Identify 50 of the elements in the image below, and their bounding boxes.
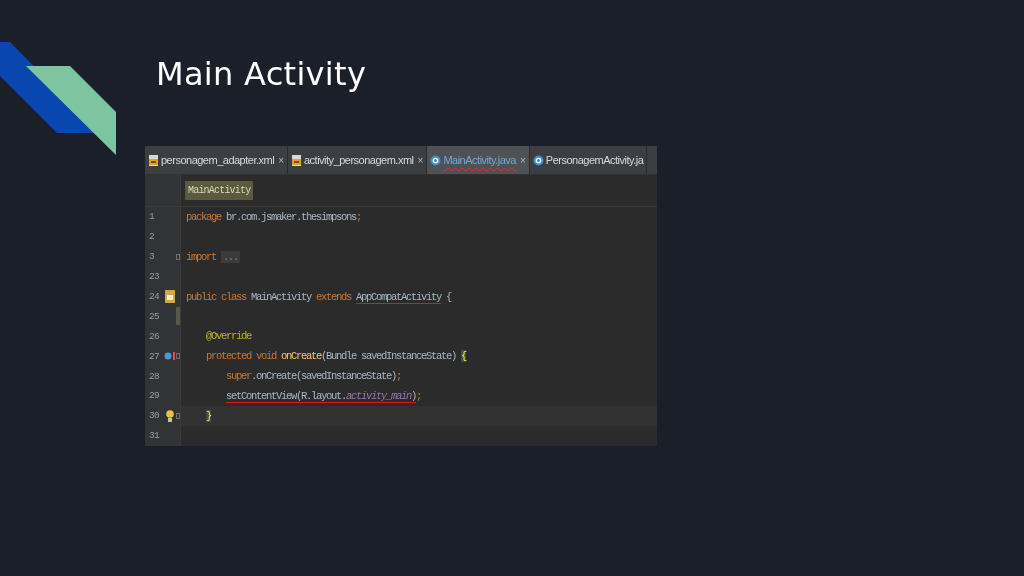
code-token: super [226,370,251,383]
code-token: package [186,210,221,223]
line-number: 29 [148,390,160,402]
code-token: @Override [206,330,251,343]
line-number: 25 [148,310,160,322]
code-token: ; [416,389,422,402]
code-token: extends [316,290,353,303]
code-token: MainActivity [250,290,313,303]
line-number: 2 [148,231,155,243]
code-token: ; [396,370,402,383]
code-token: onCreate [281,350,322,363]
file-tab[interactable]: PersonagemActivity.ja [529,146,648,174]
xml-file-icon [291,154,302,166]
close-icon[interactable]: × [520,154,526,166]
code-token: (Bundle savedInstanceState) [321,350,458,363]
close-icon[interactable]: × [278,154,284,166]
line-number: 1 [148,211,156,223]
code-token: ) [411,389,417,402]
code-token: { [445,290,452,303]
file-tab[interactable]: MainActivity.java × [427,146,530,174]
line-number: 28 [148,370,160,382]
class-circle-icon [532,154,544,166]
file-tab[interactable]: personagem_adapter.xml × [145,146,288,174]
line-number: 3 [148,251,155,263]
line-number: 26 [148,330,160,342]
code-token: } [206,409,211,422]
line-number: 30 [148,410,160,422]
code-token: activity_main [346,389,412,402]
code-token: ; [356,210,362,223]
fold-marker-icon[interactable] [176,253,180,260]
line-number: 24 [148,291,160,302]
breadcrumb[interactable]: MainActivity [185,181,254,200]
code-token: setContentView(R.layout. [226,389,347,402]
code-token: public class [186,290,246,303]
line-number: 27 [148,350,160,362]
code-token: AppCompatActivity [356,290,442,303]
line-number: 31 [148,430,161,442]
code-token: .onCreate(savedInstanceState) [251,370,397,383]
code-token: { [461,350,467,363]
fold-marker-icon[interactable] [176,353,180,360]
code-token: br.com.jsmaker.thesimpsons [225,210,357,223]
line-number: 23 [148,271,160,283]
fold-marker-icon[interactable] [176,412,180,419]
slide-title: Main Activity [156,54,368,94]
close-icon[interactable]: × [417,154,424,166]
class-circle-icon [430,154,442,166]
code-token: protected void [206,350,278,363]
code-token: import [186,250,218,263]
folded-code-marker[interactable]: ... [221,250,241,263]
xml-file-icon [148,154,159,166]
